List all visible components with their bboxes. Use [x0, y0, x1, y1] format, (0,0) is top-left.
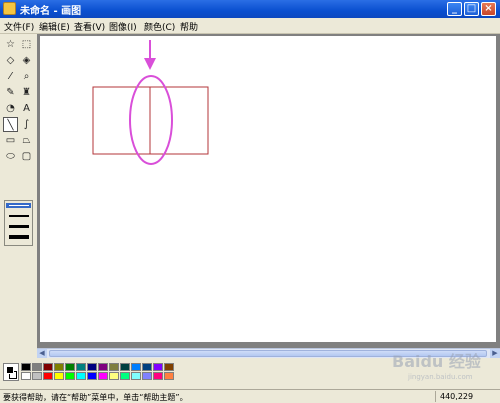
palette-swatch-top-7[interactable]	[98, 363, 108, 371]
line-width-1[interactable]	[9, 205, 29, 206]
rounded-rect-icon[interactable]: ▢	[19, 149, 34, 164]
rectangle-icon[interactable]: ▭	[3, 133, 18, 148]
drawing-canvas[interactable]	[40, 36, 496, 342]
palette-swatch-bottom-5[interactable]	[76, 372, 86, 380]
palette-swatch-bottom-13[interactable]	[164, 372, 174, 380]
menu-bar: 文件(F) 编辑(E) 查看(V) 图像(I) 颜色(C) 帮助	[0, 18, 500, 34]
foreground-color[interactable]	[6, 366, 14, 374]
current-colors[interactable]	[3, 363, 19, 381]
palette-swatch-bottom-0[interactable]	[21, 372, 31, 380]
line-width-3[interactable]	[9, 225, 29, 228]
menu-edit[interactable]: 编辑(E)	[39, 20, 70, 33]
baidu-watermark: Baidu 经验 jingyan.baidu.com	[392, 352, 482, 381]
palette-swatch-top-8[interactable]	[109, 363, 119, 371]
menu-help[interactable]: 帮助	[180, 20, 198, 33]
polygon-icon[interactable]: ⏢	[19, 133, 34, 148]
line-icon[interactable]: ╲	[3, 117, 18, 132]
menu-image[interactable]: 图像(I)	[109, 20, 137, 33]
palette-swatch-top-0[interactable]	[21, 363, 31, 371]
palette-swatch-bottom-8[interactable]	[109, 372, 119, 380]
text-icon[interactable]: A	[19, 101, 34, 116]
ellipse-icon[interactable]: ⬭	[3, 149, 18, 164]
canvas-drawing	[92, 40, 209, 165]
palette-swatch-bottom-1[interactable]	[32, 372, 42, 380]
palette-swatch-bottom-2[interactable]	[43, 372, 53, 380]
line-width-4[interactable]	[9, 235, 29, 239]
paint-window: 未命名 - 画图 _ □ × 文件(F) 编辑(E) 查看(V) 图像(I) 颜…	[0, 0, 500, 403]
palette-swatch-bottom-4[interactable]	[65, 372, 75, 380]
menu-file[interactable]: 文件(F)	[4, 20, 34, 33]
eraser-icon[interactable]: ◇	[3, 53, 18, 68]
window-title: 未命名 - 画图	[20, 6, 82, 17]
palette-swatch-top-2[interactable]	[43, 363, 53, 371]
minimize-button[interactable]: _	[447, 2, 462, 16]
line-width-options[interactable]	[4, 200, 33, 246]
palette-swatch-bottom-11[interactable]	[142, 372, 152, 380]
palette-swatch-bottom-9[interactable]	[120, 372, 130, 380]
scroll-left-icon[interactable]: ◀	[37, 349, 47, 358]
arrow-down-icon	[144, 58, 156, 70]
menu-colors[interactable]: 颜色(C)	[144, 20, 175, 33]
rect-select-icon[interactable]: ⬚	[19, 37, 34, 52]
palette-swatch-bottom-12[interactable]	[153, 372, 163, 380]
palette-swatch-top-9[interactable]	[120, 363, 130, 371]
watermark-sub: jingyan.baidu.com	[407, 373, 473, 381]
highlight-ellipse	[129, 75, 173, 165]
palette-swatch-bottom-10[interactable]	[131, 372, 141, 380]
airbrush-icon[interactable]: ◔	[3, 101, 18, 116]
brush-icon[interactable]: ♜	[19, 85, 34, 100]
palette-swatch-top-12[interactable]	[153, 363, 163, 371]
palette-swatch-bottom-7[interactable]	[98, 372, 108, 380]
status-coordinates: 440,229	[440, 392, 474, 401]
line-width-2[interactable]	[9, 215, 29, 217]
paint-app-icon[interactable]	[3, 2, 16, 15]
eyedropper-icon[interactable]: ⁄	[3, 69, 18, 84]
palette-swatch-top-6[interactable]	[87, 363, 97, 371]
palette-swatch-top-10[interactable]	[131, 363, 141, 371]
title-bar[interactable]: 未命名 - 画图 _ □ ×	[0, 0, 500, 18]
canvas-area	[37, 34, 500, 348]
status-help-text: 要获得帮助，请在“帮助”菜单中，单击“帮助主题”。	[3, 393, 188, 402]
palette-swatch-bottom-6[interactable]	[87, 372, 97, 380]
magnifier-icon[interactable]: ⌕	[19, 69, 34, 84]
close-button[interactable]: ×	[481, 2, 496, 16]
menu-view[interactable]: 查看(V)	[74, 20, 105, 33]
curve-icon[interactable]: ∫	[19, 117, 34, 132]
palette-swatch-top-11[interactable]	[142, 363, 152, 371]
palette-swatch-top-4[interactable]	[65, 363, 75, 371]
palette-swatch-top-5[interactable]	[76, 363, 86, 371]
toolbox: ☆ ⬚ ◇ ◈ ⁄ ⌕ ✎ ♜ ◔ A ╲ ∫ ▭ ⏢ ⬭ ▢	[0, 34, 37, 354]
palette-swatch-bottom-3[interactable]	[54, 372, 64, 380]
palette-swatch-top-1[interactable]	[32, 363, 42, 371]
pencil-icon[interactable]: ✎	[3, 85, 18, 100]
fill-bucket-icon[interactable]: ◈	[19, 53, 34, 68]
palette-swatch-top-3[interactable]	[54, 363, 64, 371]
watermark-text: Baidu 经验	[392, 352, 482, 371]
palette-swatch-top-13[interactable]	[164, 363, 174, 371]
status-bar: 要获得帮助，请在“帮助”菜单中，单击“帮助主题”。 440,229	[0, 389, 500, 403]
status-divider	[435, 391, 436, 402]
maximize-button[interactable]: □	[464, 2, 479, 16]
free-select-icon[interactable]: ☆	[3, 37, 18, 52]
